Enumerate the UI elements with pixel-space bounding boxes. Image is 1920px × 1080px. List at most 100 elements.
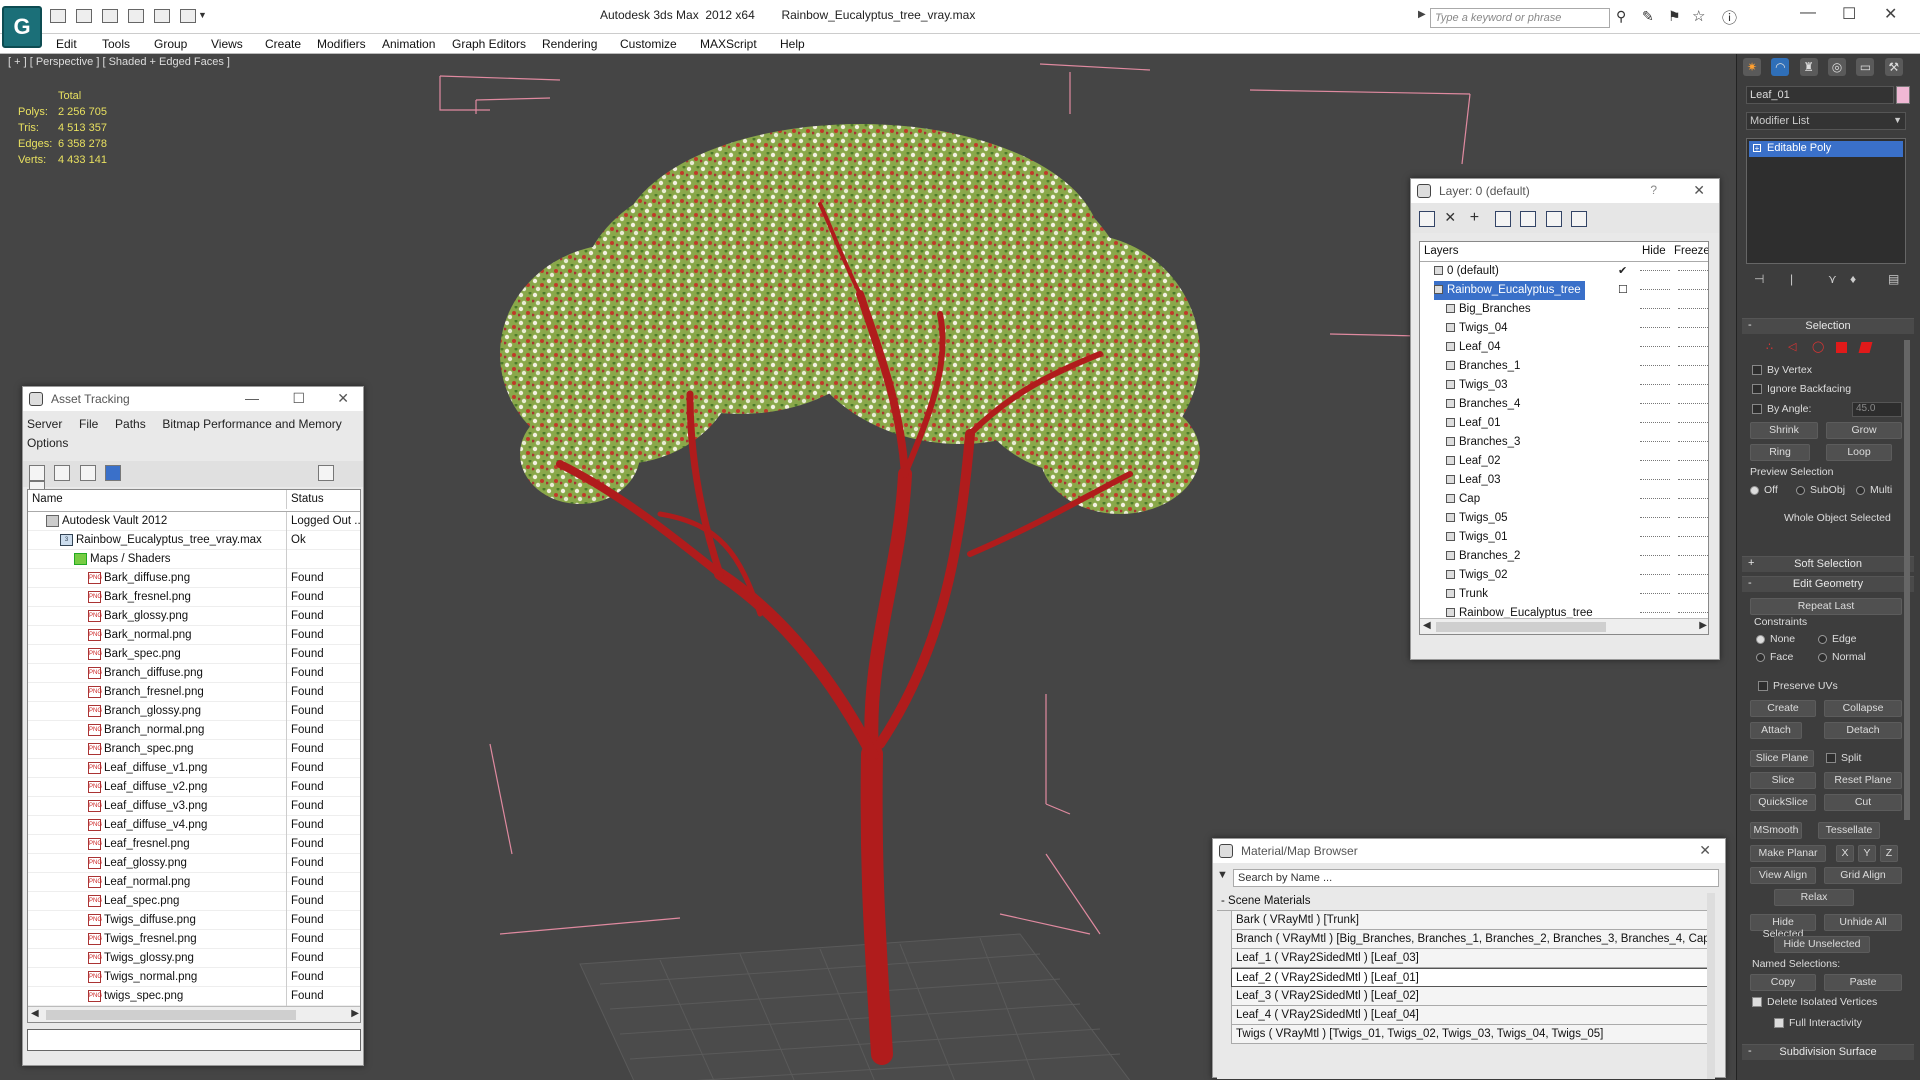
close-icon[interactable]: ✕: [337, 390, 349, 407]
hide-toggle[interactable]: [1640, 441, 1670, 442]
cut-button[interactable]: Cut: [1824, 794, 1902, 811]
show-end-result-icon[interactable]: |: [1790, 272, 1793, 286]
modify-tab-icon[interactable]: ◠: [1771, 58, 1790, 76]
hide-toggle[interactable]: [1640, 384, 1670, 385]
hide-toggle[interactable]: [1640, 555, 1670, 556]
maximize-icon[interactable]: ☐: [292, 390, 305, 407]
freeze-toggle[interactable]: [1678, 536, 1708, 537]
freeze-toggle[interactable]: [1678, 346, 1708, 347]
close-icon[interactable]: ✕: [1693, 182, 1705, 199]
loop-button[interactable]: Loop: [1826, 444, 1892, 461]
hide-toggle[interactable]: [1640, 403, 1670, 404]
subscription-icon[interactable]: ✎: [1642, 8, 1654, 25]
msmooth-button[interactable]: MSmooth: [1750, 822, 1802, 839]
freeze-toggle[interactable]: [1678, 593, 1708, 594]
command-panel-scrollbar[interactable]: [1904, 340, 1910, 820]
hide-toggle[interactable]: [1640, 308, 1670, 309]
layer-row[interactable]: Branches_1: [1420, 357, 1708, 376]
freeze-toggle[interactable]: [1678, 574, 1708, 575]
asset-row[interactable]: PNG Leaf_fresnel.png Found: [28, 835, 360, 854]
expand-plus-icon[interactable]: +: [1753, 144, 1761, 153]
hide-toggle[interactable]: [1640, 460, 1670, 461]
asset-row[interactable]: PNG Branch_glossy.png Found: [28, 702, 360, 721]
refresh-icon[interactable]: [29, 465, 45, 481]
detach-button[interactable]: Detach: [1824, 722, 1902, 739]
constraint-normal-radio[interactable]: Normal: [1818, 651, 1866, 663]
layer-row[interactable]: Cap: [1420, 490, 1708, 509]
planar-x-button[interactable]: X: [1836, 845, 1854, 862]
subdivision-surface-rollout-header[interactable]: - Subdivision Surface: [1742, 1044, 1914, 1060]
minimize-icon[interactable]: —: [1800, 4, 1816, 22]
asset-row[interactable]: PNG twigs_spec.png Found: [28, 987, 360, 1006]
layer-row[interactable]: Branches_2: [1420, 547, 1708, 566]
scrollbar-thumb[interactable]: [1436, 622, 1606, 632]
view-align-button[interactable]: View Align: [1750, 867, 1816, 884]
freeze-toggle[interactable]: [1678, 441, 1708, 442]
menu-help[interactable]: Help: [780, 37, 805, 51]
hide-toggle[interactable]: [1640, 289, 1670, 290]
freeze-toggle[interactable]: [1678, 384, 1708, 385]
help-icon[interactable]: ?: [1650, 183, 1657, 197]
highlight-layer-icon[interactable]: [1520, 210, 1537, 227]
freeze-toggle[interactable]: [1678, 308, 1708, 309]
communication-center-icon[interactable]: ⚑: [1668, 8, 1681, 25]
layer-row[interactable]: Twigs_05: [1420, 509, 1708, 528]
hide-toggle[interactable]: [1640, 593, 1670, 594]
asset-row[interactable]: PNG Twigs_normal.png Found: [28, 968, 360, 987]
quick-access-dropdown-icon[interactable]: ▼: [198, 10, 207, 20]
column-hide[interactable]: Hide: [1642, 242, 1666, 261]
hierarchy-tab-icon[interactable]: ♜: [1799, 58, 1818, 76]
asset-path-field[interactable]: [27, 1029, 361, 1051]
asset-row[interactable]: PNG Branch_spec.png Found: [28, 740, 360, 759]
preview-multi-radio[interactable]: Multi: [1856, 484, 1892, 496]
asset-row[interactable]: Maps / Shaders: [28, 550, 360, 569]
display-tab-icon[interactable]: ▭: [1856, 58, 1875, 76]
freeze-toggle[interactable]: [1678, 517, 1708, 518]
material-row[interactable]: Twigs ( VRayMtl ) [Twigs_01, Twigs_02, T…: [1231, 1025, 1709, 1044]
modifier-list-dropdown[interactable]: Modifier List ▼: [1746, 112, 1906, 130]
menu-rendering[interactable]: Rendering: [542, 37, 597, 51]
by-angle-checkbox[interactable]: By Angle:: [1752, 403, 1811, 415]
slice-button[interactable]: Slice: [1750, 772, 1816, 789]
border-level-icon[interactable]: ◯: [1812, 340, 1824, 353]
asset-row[interactable]: PNG Leaf_diffuse_v1.png Found: [28, 759, 360, 778]
asset-row[interactable]: PNG Leaf_diffuse_v3.png Found: [28, 797, 360, 816]
freeze-toggle[interactable]: [1678, 612, 1708, 613]
ignore-backfacing-checkbox[interactable]: Ignore Backfacing: [1752, 383, 1851, 395]
ring-button[interactable]: Ring: [1750, 444, 1810, 461]
grid-align-button[interactable]: Grid Align: [1824, 867, 1902, 884]
material-vertical-scrollbar[interactable]: [1707, 893, 1715, 1079]
search-expand-icon[interactable]: ▶: [1418, 9, 1426, 20]
layer-row[interactable]: Twigs_02: [1420, 566, 1708, 585]
hide-toggle[interactable]: [1640, 498, 1670, 499]
grid-view-icon[interactable]: [105, 465, 122, 481]
material-row[interactable]: Leaf_4 ( VRay2SidedMtl ) [Leaf_04]: [1231, 1006, 1709, 1025]
favorites-star-icon[interactable]: ☆: [1692, 7, 1705, 25]
column-name[interactable]: Name: [28, 490, 284, 509]
remove-modifier-icon[interactable]: ♦: [1850, 272, 1856, 286]
full-interactivity-checkbox[interactable]: Full Interactivity: [1774, 1017, 1862, 1029]
asset-row[interactable]: PNG Twigs_diffuse.png Found: [28, 911, 360, 930]
asset-tracking-titlebar[interactable]: Asset Tracking — ☐ ✕: [23, 387, 363, 411]
menu-views[interactable]: Views: [211, 37, 243, 51]
freeze-toggle[interactable]: [1678, 479, 1708, 480]
slice-plane-button[interactable]: Slice Plane: [1750, 750, 1814, 767]
freeze-all-layers-icon[interactable]: [1571, 210, 1588, 227]
layer-row[interactable]: Twigs_04: [1420, 319, 1708, 338]
hide-toggle[interactable]: [1640, 612, 1670, 613]
asset-row[interactable]: PNG Leaf_normal.png Found: [28, 873, 360, 892]
constraint-edge-radio[interactable]: Edge: [1818, 633, 1857, 645]
layer-row[interactable]: Twigs_03: [1420, 376, 1708, 395]
soft-selection-rollout-header[interactable]: + Soft Selection: [1742, 556, 1914, 572]
save-file-icon[interactable]: [102, 9, 118, 23]
asset-row[interactable]: PNG Leaf_diffuse_v2.png Found: [28, 778, 360, 797]
preview-off-radio[interactable]: Off: [1750, 484, 1778, 496]
hide-unselected-button[interactable]: Hide Unselected: [1774, 936, 1870, 953]
layer-row[interactable]: Leaf_03: [1420, 471, 1708, 490]
layer-row[interactable]: Leaf_02: [1420, 452, 1708, 471]
column-status[interactable]: Status: [286, 490, 360, 509]
menu-paths[interactable]: Paths: [115, 417, 146, 431]
menu-maxscript[interactable]: MAXScript: [700, 37, 757, 51]
freeze-toggle[interactable]: [1678, 422, 1708, 423]
grow-button[interactable]: Grow: [1826, 422, 1902, 439]
